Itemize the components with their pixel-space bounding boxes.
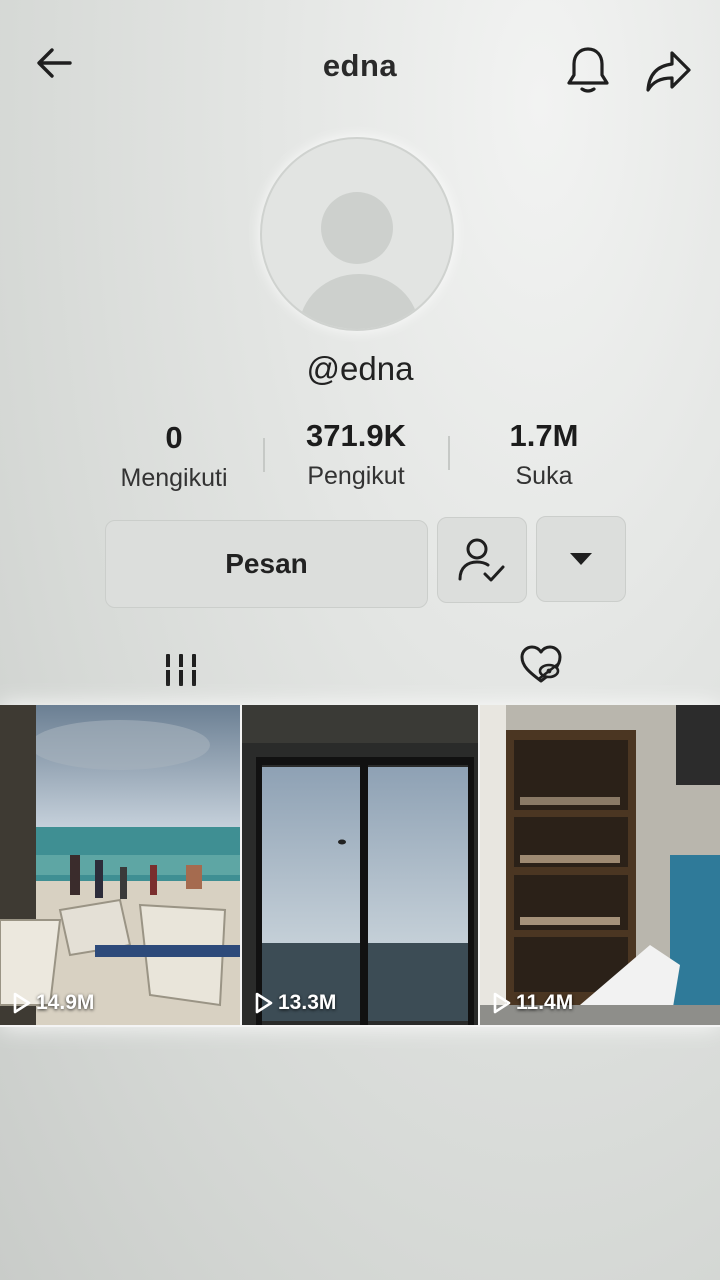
view-count-text: 13.3M [278, 991, 337, 1014]
avatar-body-shape [299, 274, 419, 329]
stat-likes[interactable]: 1.7M Suka [474, 418, 614, 491]
play-icon [13, 992, 31, 1014]
beach-scene-image [0, 705, 240, 1025]
share-button[interactable] [640, 46, 696, 96]
shoe-shelf-scene-image [480, 705, 720, 1025]
likes-count: 1.7M [509, 418, 579, 453]
play-icon [255, 992, 273, 1014]
view-count: 14.9M [12, 991, 94, 1015]
heart-hidden-icon [520, 645, 562, 683]
view-count-text: 11.4M [516, 991, 574, 1014]
tab-liked[interactable] [500, 630, 582, 700]
stat-divider [448, 436, 450, 470]
grid-bars-icon [164, 654, 198, 686]
top-bar: edna [0, 0, 720, 130]
friends-button[interactable] [437, 517, 527, 603]
likes-label: Suka [515, 462, 573, 490]
bell-icon [567, 47, 609, 93]
more-options-button[interactable] [536, 516, 626, 602]
content-tabs [0, 630, 720, 710]
play-icon [493, 992, 511, 1014]
followers-count: 371.9K [306, 418, 406, 453]
view-count: 13.3M [254, 991, 336, 1015]
view-count: 11.4M [492, 991, 573, 1015]
video-thumbnail[interactable]: 13.3M [242, 705, 478, 1025]
video-thumbnail[interactable]: 14.9M [0, 705, 240, 1025]
following-label: Mengikuti [120, 464, 228, 492]
stat-following[interactable]: 0 Mengikuti [104, 420, 244, 493]
message-button[interactable]: Pesan [105, 520, 428, 608]
tab-videos[interactable] [140, 630, 222, 710]
view-count-text: 14.9M [36, 991, 95, 1014]
video-thumbnail[interactable]: 11.4M [480, 705, 720, 1025]
following-count: 0 [165, 420, 183, 455]
profile-handle: @edna [306, 350, 414, 387]
notification-button[interactable] [562, 44, 614, 96]
default-avatar-icon [321, 192, 393, 264]
caret-down-icon [570, 553, 592, 565]
stat-divider [263, 438, 265, 472]
window-ocean-scene-image [242, 705, 478, 1025]
video-grid: 14.9M 13.3M 11.4M [0, 705, 720, 1027]
user-check-icon [458, 538, 505, 582]
avatar[interactable] [260, 137, 454, 331]
share-arrow-icon [646, 51, 691, 92]
followers-label: Pengikut [307, 462, 405, 490]
stat-followers[interactable]: 371.9K Pengikut [286, 418, 426, 491]
